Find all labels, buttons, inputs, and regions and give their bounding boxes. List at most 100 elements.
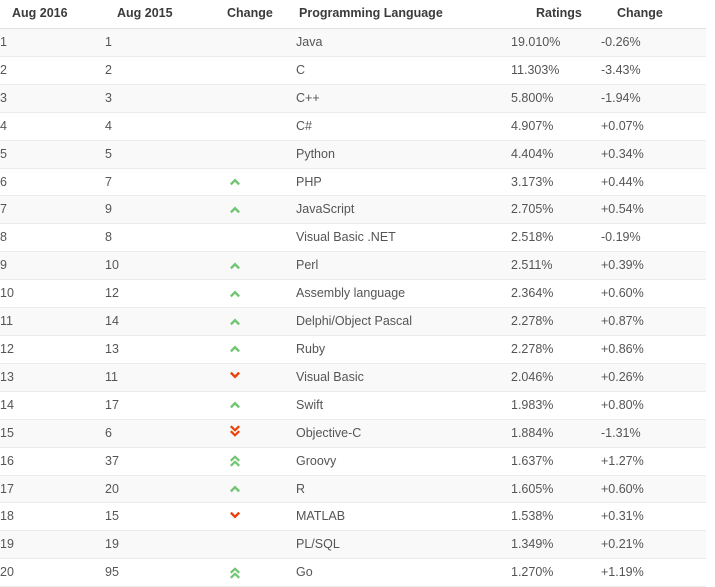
table-row[interactable]: 2 2 C 11.303% -3.43% (0, 56, 706, 85)
cell-delta: +0.34% (601, 140, 706, 169)
table-row[interactable]: 18 15 MATLAB 1.538% +0.31% (0, 502, 706, 532)
cell-rank-previous: 17 (105, 391, 210, 420)
change-indicator (210, 370, 296, 384)
change-indicator (210, 538, 296, 552)
column-header-rank-current[interactable]: Aug 2016 (0, 0, 105, 29)
table-row[interactable]: 15 6 Objective-C 1.884% -1.31% (0, 419, 706, 448)
cell-rank-current: 9 (0, 251, 105, 281)
table-row[interactable]: 14 17 Swift 1.983% +0.80% (0, 391, 706, 420)
change-indicator (210, 425, 296, 440)
cell-delta: +1.27% (601, 447, 706, 476)
table-row[interactable]: 9 10 Perl 2.511% +0.39% (0, 251, 706, 281)
cell-rank-current: 19 (0, 530, 105, 560)
cell-language[interactable]: Perl (296, 251, 511, 281)
table-row[interactable]: 6 7 PHP 3.173% +0.44% (0, 168, 706, 197)
cell-language[interactable]: C++ (296, 84, 511, 113)
cell-ratings: 19.010% (511, 28, 601, 57)
table-row[interactable]: 3 3 C++ 5.800% -1.94% (0, 84, 706, 113)
chevron-down-icon (228, 509, 242, 523)
cell-change (210, 56, 296, 85)
table-row[interactable]: 4 4 C# 4.907% +0.07% (0, 112, 706, 141)
cell-rank-previous: 14 (105, 307, 210, 336)
cell-language[interactable]: PL/SQL (296, 530, 511, 560)
cell-rank-current: 15 (0, 419, 105, 448)
cell-delta: +0.60% (601, 279, 706, 309)
change-indicator (210, 482, 296, 496)
cell-language[interactable]: R (296, 475, 511, 504)
cell-language[interactable]: Go (296, 558, 511, 587)
cell-rank-previous: 12 (105, 279, 210, 309)
cell-ratings: 1.349% (511, 530, 601, 560)
change-indicator (210, 566, 296, 580)
cell-change (210, 335, 296, 364)
cell-ratings: 1.538% (511, 502, 601, 532)
cell-rank-current: 17 (0, 475, 105, 504)
cell-language[interactable]: Visual Basic .NET (296, 223, 511, 253)
column-header-delta[interactable]: Change (601, 0, 706, 29)
cell-delta: +0.44% (601, 168, 706, 197)
tiobe-index-table: Aug 2016 Aug 2015 Change Programming Lan… (0, 0, 706, 587)
table-row[interactable]: 5 5 Python 4.404% +0.34% (0, 140, 706, 169)
table-row[interactable]: 13 11 Visual Basic 2.046% +0.26% (0, 363, 706, 392)
cell-change (210, 530, 296, 560)
table-row[interactable]: 8 8 Visual Basic .NET 2.518% -0.19% (0, 223, 706, 253)
cell-language[interactable]: Swift (296, 391, 511, 420)
cell-rank-previous: 11 (105, 363, 210, 392)
column-header-ratings[interactable]: Ratings (511, 0, 601, 29)
cell-rank-current: 5 (0, 140, 105, 169)
cell-rank-previous: 37 (105, 447, 210, 476)
change-indicator (210, 147, 296, 161)
cell-ratings: 5.800% (511, 84, 601, 113)
cell-rank-previous: 4 (105, 112, 210, 141)
cell-rank-current: 13 (0, 363, 105, 392)
cell-delta: +0.60% (601, 475, 706, 504)
column-header-language[interactable]: Programming Language (296, 0, 511, 29)
cell-language[interactable]: PHP (296, 168, 511, 197)
cell-language[interactable]: MATLAB (296, 502, 511, 532)
cell-rank-current: 8 (0, 223, 105, 253)
cell-ratings: 2.278% (511, 335, 601, 364)
cell-rank-current: 3 (0, 84, 105, 113)
cell-rank-previous: 9 (105, 195, 210, 225)
cell-rank-current: 14 (0, 391, 105, 420)
cell-ratings: 4.907% (511, 112, 601, 141)
cell-delta: +0.54% (601, 195, 706, 225)
cell-language[interactable]: Objective-C (296, 419, 511, 448)
cell-rank-current: 11 (0, 307, 105, 336)
cell-rank-previous: 1 (105, 28, 210, 57)
table-row[interactable]: 10 12 Assembly language 2.364% +0.60% (0, 279, 706, 309)
column-header-change[interactable]: Change (210, 0, 296, 29)
column-header-rank-previous[interactable]: Aug 2015 (105, 0, 210, 29)
cell-language[interactable]: Java (296, 28, 511, 57)
table-row[interactable]: 17 20 R 1.605% +0.60% (0, 475, 706, 504)
table-row[interactable]: 7 9 JavaScript 2.705% +0.54% (0, 195, 706, 225)
cell-rank-current: 10 (0, 279, 105, 309)
cell-rank-current: 6 (0, 168, 105, 197)
cell-language[interactable]: Visual Basic (296, 363, 511, 392)
chevron-double-down-icon (228, 425, 242, 439)
cell-change (210, 279, 296, 309)
change-indicator (210, 510, 296, 524)
cell-language[interactable]: Assembly language (296, 279, 511, 309)
cell-delta: +0.31% (601, 502, 706, 532)
chevron-up-icon (228, 481, 242, 495)
cell-language[interactable]: JavaScript (296, 195, 511, 225)
change-indicator (210, 175, 296, 189)
table-row[interactable]: 19 19 PL/SQL 1.349% +0.21% (0, 530, 706, 560)
cell-language[interactable]: Python (296, 140, 511, 169)
cell-rank-previous: 8 (105, 223, 210, 253)
change-indicator (210, 119, 296, 133)
table-row[interactable]: 11 14 Delphi/Object Pascal 2.278% +0.87% (0, 307, 706, 336)
table-row[interactable]: 16 37 Groovy 1.637% +1.27% (0, 447, 706, 476)
cell-delta: +0.39% (601, 251, 706, 281)
table-row[interactable]: 1 1 Java 19.010% -0.26% (0, 28, 706, 57)
cell-language[interactable]: Delphi/Object Pascal (296, 307, 511, 336)
cell-language[interactable]: Groovy (296, 447, 511, 476)
cell-language[interactable]: Ruby (296, 335, 511, 364)
cell-delta: +0.26% (601, 363, 706, 392)
cell-change (210, 168, 296, 197)
table-row[interactable]: 20 95 Go 1.270% +1.19% (0, 558, 706, 587)
cell-language[interactable]: C# (296, 112, 511, 141)
table-row[interactable]: 12 13 Ruby 2.278% +0.86% (0, 335, 706, 364)
cell-language[interactable]: C (296, 56, 511, 85)
